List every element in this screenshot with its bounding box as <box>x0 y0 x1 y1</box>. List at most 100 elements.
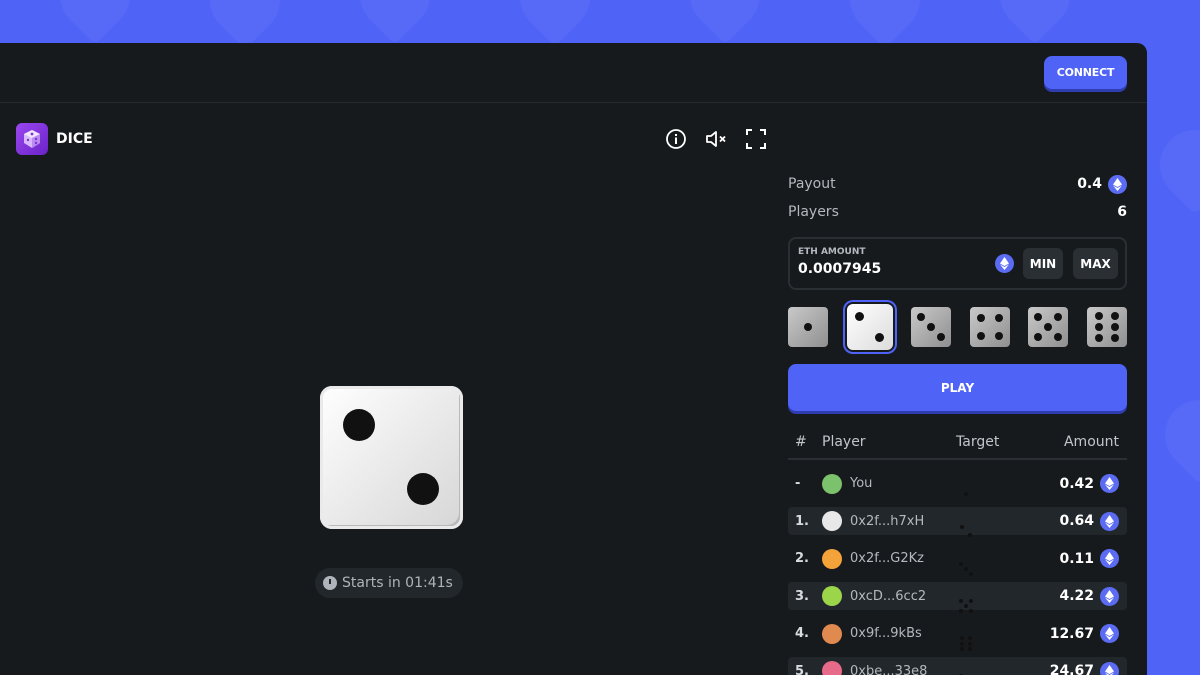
row-num: 4. <box>795 626 809 641</box>
eth-icon <box>1100 511 1119 531</box>
die-pip <box>968 647 972 652</box>
max-button[interactable]: MAX <box>1073 248 1118 279</box>
row-amount: 4.22 <box>1036 586 1127 606</box>
players-label: Players <box>788 204 839 220</box>
eth-icon <box>1100 661 1119 675</box>
payout-value: 0.4 <box>1077 176 1102 192</box>
die-pip <box>407 473 439 505</box>
die-pip <box>969 609 973 613</box>
amount-value: 0.64 <box>1059 513 1094 529</box>
die-pip <box>959 561 963 566</box>
die-pip <box>937 333 946 341</box>
avatar <box>822 586 842 606</box>
header-amount: Amount <box>1063 434 1119 450</box>
die-pip <box>994 314 1003 323</box>
eth-icon <box>995 254 1014 273</box>
min-button[interactable]: MIN <box>1023 248 1063 279</box>
table-row: 4. 0x9f...9kBs 12.67 <box>788 620 1127 652</box>
die-pip <box>343 409 375 441</box>
amount-value: 4.22 <box>1059 588 1094 604</box>
row-amount: 0.64 <box>1036 511 1127 531</box>
dice-option-6[interactable] <box>1086 307 1127 347</box>
play-button[interactable]: PLAY <box>788 364 1127 411</box>
row-player: 0x9f...9kBs <box>822 623 956 644</box>
amount-value: 24.67 <box>1049 663 1094 675</box>
game-title: DICE <box>56 131 93 147</box>
eth-icon <box>1100 549 1119 568</box>
die-pip <box>1094 311 1103 320</box>
die-pip <box>964 491 968 496</box>
die-pip <box>994 331 1003 340</box>
die-pip <box>964 604 968 608</box>
avatar <box>822 548 842 569</box>
row-player: You <box>822 473 956 494</box>
dice-option-4[interactable] <box>969 307 1010 347</box>
die-pip <box>969 599 973 603</box>
avatar <box>822 623 842 644</box>
table-row: - You 0.42 <box>788 470 1127 498</box>
table-row: 3. 0xcD...6cc2 4.22 <box>788 582 1127 613</box>
die-pip <box>1034 313 1043 321</box>
table-body: - You 0.42 1. 0x2f...h7xH 0.64 2. 0x2f...G2Kz 0.… <box>788 470 1127 675</box>
eth-amount-input[interactable] <box>798 261 978 277</box>
die-pip <box>960 641 964 646</box>
die-pip <box>968 641 972 646</box>
info-icon[interactable] <box>664 127 688 151</box>
toolbar-icons <box>664 127 768 151</box>
clock-icon <box>323 576 337 590</box>
dice-option-3[interactable] <box>911 307 952 347</box>
row-amount: 24.67 <box>1036 661 1127 675</box>
die-pip <box>804 323 812 331</box>
players-table: # Player Target Amount - You 0.42 1. 0x2f...… <box>788 426 1127 675</box>
eth-icon <box>1100 624 1119 643</box>
die-pip <box>1034 333 1043 341</box>
table-row: 2. 0x2f...G2Kz 0.11 <box>788 545 1127 576</box>
row-num: 3. <box>795 588 809 604</box>
dice-logo-icon <box>16 123 48 155</box>
die-pip <box>959 609 963 613</box>
die-pip <box>1110 334 1119 343</box>
mute-icon[interactable] <box>704 127 728 151</box>
eth-amount-box: ETH AMOUNT MIN MAX <box>788 237 1127 290</box>
eth-icon <box>1100 474 1119 493</box>
dice-option-5[interactable] <box>1028 307 1069 347</box>
die-pip <box>960 647 964 652</box>
row-num: - <box>795 476 801 491</box>
payout-label: Payout <box>788 176 836 192</box>
payout-row: Payout 0.4 <box>788 170 1127 198</box>
fullscreen-icon[interactable] <box>744 127 768 151</box>
row-player: 0x2f...G2Kz <box>822 548 956 569</box>
die-pip <box>917 313 926 321</box>
connect-button[interactable]: CONNECT <box>1044 56 1127 89</box>
row-amount: 0.11 <box>1036 549 1127 568</box>
dice-option-1[interactable] <box>788 307 828 347</box>
die-pip <box>976 331 985 340</box>
die-pip <box>968 533 973 538</box>
die-pip <box>875 332 885 342</box>
game-panel: CONNECT DICE Starts in 01:41s Payout 0.4… <box>0 43 1147 675</box>
avatar <box>822 473 842 494</box>
top-bar: CONNECT <box>0 43 1147 103</box>
dice-option-2[interactable] <box>846 304 893 350</box>
game-header: DICE <box>16 123 93 155</box>
player-name: 0x9f...9kBs <box>850 626 922 641</box>
row-num: 1. <box>795 513 809 529</box>
player-name: 0x2f...h7xH <box>850 513 925 529</box>
players-row: Players 6 <box>788 198 1127 226</box>
die-pip <box>964 566 968 571</box>
die-pip <box>959 524 964 529</box>
eth-icon <box>1108 174 1127 194</box>
die-pip <box>1054 313 1063 321</box>
dice-face-selector <box>788 304 1127 350</box>
header-target: Target <box>956 434 1000 450</box>
round-timer: Starts in 01:41s <box>315 568 463 598</box>
eth-icon <box>1100 586 1119 606</box>
row-player: 0x2f...h7xH <box>822 511 956 531</box>
player-name: 0x2f...G2Kz <box>850 551 924 566</box>
die-pip <box>959 599 963 603</box>
table-row: 1. 0x2f...h7xH 0.64 <box>788 507 1127 538</box>
die-pip <box>969 571 973 576</box>
die-pip <box>854 312 864 322</box>
amount-value: 0.42 <box>1059 475 1094 492</box>
timer-text: Starts in 01:41s <box>342 575 453 591</box>
